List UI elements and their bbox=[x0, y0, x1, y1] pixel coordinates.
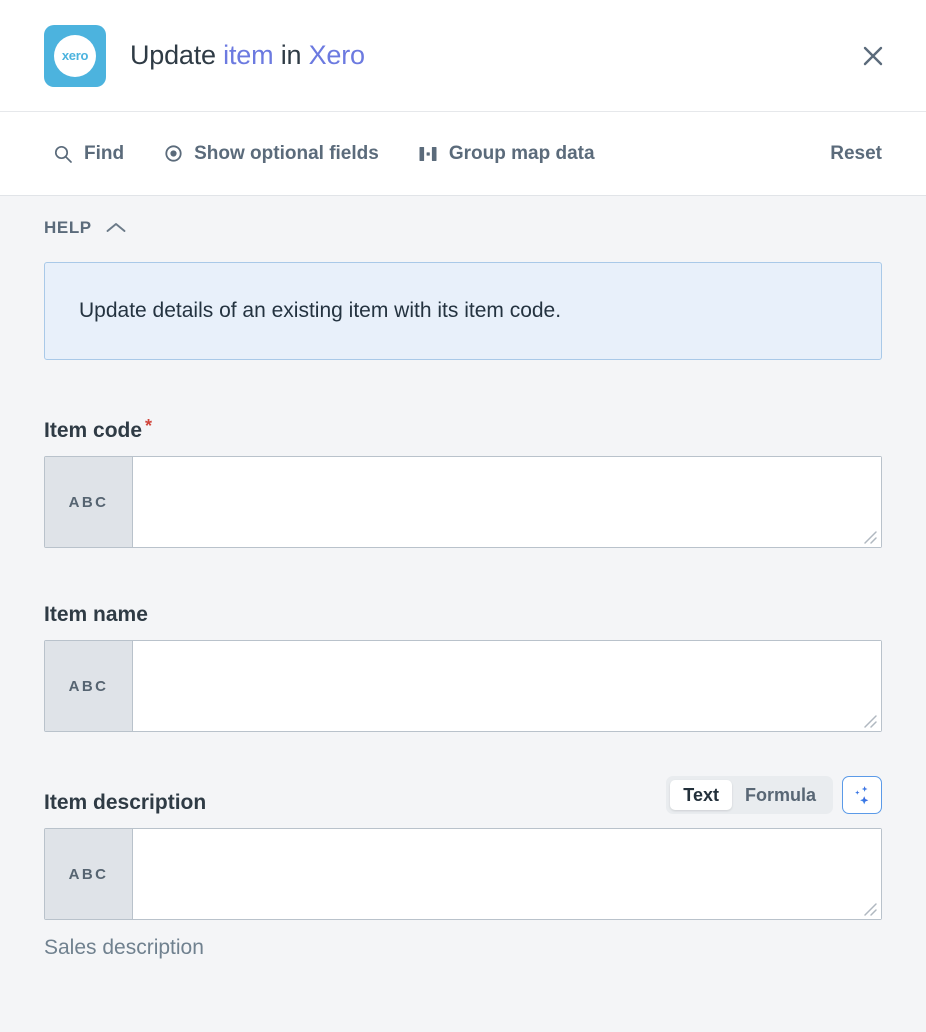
group-map-data-button[interactable]: Group map data bbox=[417, 143, 595, 165]
search-icon bbox=[52, 143, 74, 165]
show-optional-fields-label: Show optional fields bbox=[194, 142, 379, 164]
eye-icon bbox=[162, 143, 184, 165]
toggle-option-formula[interactable]: Formula bbox=[732, 780, 829, 810]
field-item-name-label: Item name bbox=[44, 603, 148, 626]
toggle-option-text[interactable]: Text bbox=[670, 780, 732, 810]
modal-header: xero Update item in Xero bbox=[0, 0, 926, 112]
field-item-code-label-text: Item code bbox=[44, 418, 143, 442]
field-item-code-input-area[interactable] bbox=[133, 457, 881, 547]
field-item-description-input-area[interactable] bbox=[133, 829, 881, 919]
show-optional-fields-button[interactable]: Show optional fields bbox=[162, 143, 379, 165]
close-icon bbox=[863, 46, 883, 65]
find-button[interactable]: Find bbox=[52, 143, 124, 165]
page-title-prefix: Update bbox=[130, 40, 224, 70]
field-item-code-head: Item code * bbox=[44, 408, 882, 442]
field-item-description-type-prefix: ABC bbox=[45, 829, 133, 919]
page-title-app: Xero bbox=[308, 40, 365, 70]
field-item-code-type-prefix: ABC bbox=[45, 457, 133, 547]
item-code-input[interactable] bbox=[133, 457, 881, 547]
help-callout: Update details of an existing item with … bbox=[44, 262, 882, 360]
field-item-code: Item code * ABC bbox=[44, 408, 882, 548]
field-item-description: Item description Text Formula ABC Sales … bbox=[44, 776, 882, 960]
field-item-code-input-row[interactable]: ABC bbox=[44, 456, 882, 548]
field-item-code-label: Item code * bbox=[44, 415, 153, 442]
xero-logo-icon: xero bbox=[44, 24, 106, 87]
field-item-description-head: Item description Text Formula bbox=[44, 776, 882, 814]
field-item-name-input-area[interactable] bbox=[133, 641, 881, 731]
close-button[interactable] bbox=[850, 33, 896, 79]
field-item-description-label-text: Item description bbox=[44, 790, 207, 814]
reset-button[interactable]: Reset bbox=[830, 143, 882, 165]
field-item-description-helper: Sales description bbox=[44, 936, 204, 959]
find-label: Find bbox=[84, 142, 125, 164]
input-mode-controls: Text Formula bbox=[666, 776, 882, 814]
field-item-name: Item name ABC bbox=[44, 592, 882, 732]
item-name-input[interactable] bbox=[133, 641, 881, 731]
toolbar-actions: Find Show optional fields Group map data bbox=[52, 143, 830, 165]
help-section-label: HELP bbox=[44, 218, 92, 237]
chevron-up-icon bbox=[105, 221, 127, 235]
help-callout-text: Update details of an existing item with … bbox=[79, 299, 562, 322]
xero-logo-text: xero bbox=[61, 48, 89, 63]
field-item-name-head: Item name bbox=[44, 592, 882, 626]
field-item-name-input-row[interactable]: ABC bbox=[44, 640, 882, 732]
page-title-middle: in bbox=[273, 40, 309, 70]
field-item-description-label: Item description bbox=[44, 791, 206, 814]
group-map-data-label: Group map data bbox=[448, 142, 595, 164]
modal-toolbar: Find Show optional fields Group map data… bbox=[0, 112, 926, 196]
help-section-toggle[interactable]: HELP bbox=[44, 196, 127, 238]
xero-logo-disc: xero bbox=[54, 34, 96, 77]
field-item-name-label-text: Item name bbox=[44, 602, 148, 626]
field-item-description-input-row[interactable]: ABC bbox=[44, 828, 882, 920]
sparkle-ai-icon bbox=[855, 786, 869, 805]
update-item-modal: xero Update item in Xero Find Show optio… bbox=[0, 0, 926, 1032]
modal-body: HELP Update details of an existing item … bbox=[0, 196, 926, 1032]
group-map-data-icon bbox=[417, 143, 439, 165]
field-item-name-type-prefix: ABC bbox=[45, 641, 133, 731]
page-title: Update item in Xero bbox=[130, 40, 365, 71]
header-left: xero Update item in Xero bbox=[44, 24, 850, 87]
text-formula-toggle[interactable]: Text Formula bbox=[666, 776, 833, 814]
required-asterisk: * bbox=[145, 415, 153, 436]
item-description-input[interactable] bbox=[133, 829, 881, 919]
ai-assist-button[interactable] bbox=[842, 776, 882, 814]
page-title-object: item bbox=[223, 40, 274, 70]
